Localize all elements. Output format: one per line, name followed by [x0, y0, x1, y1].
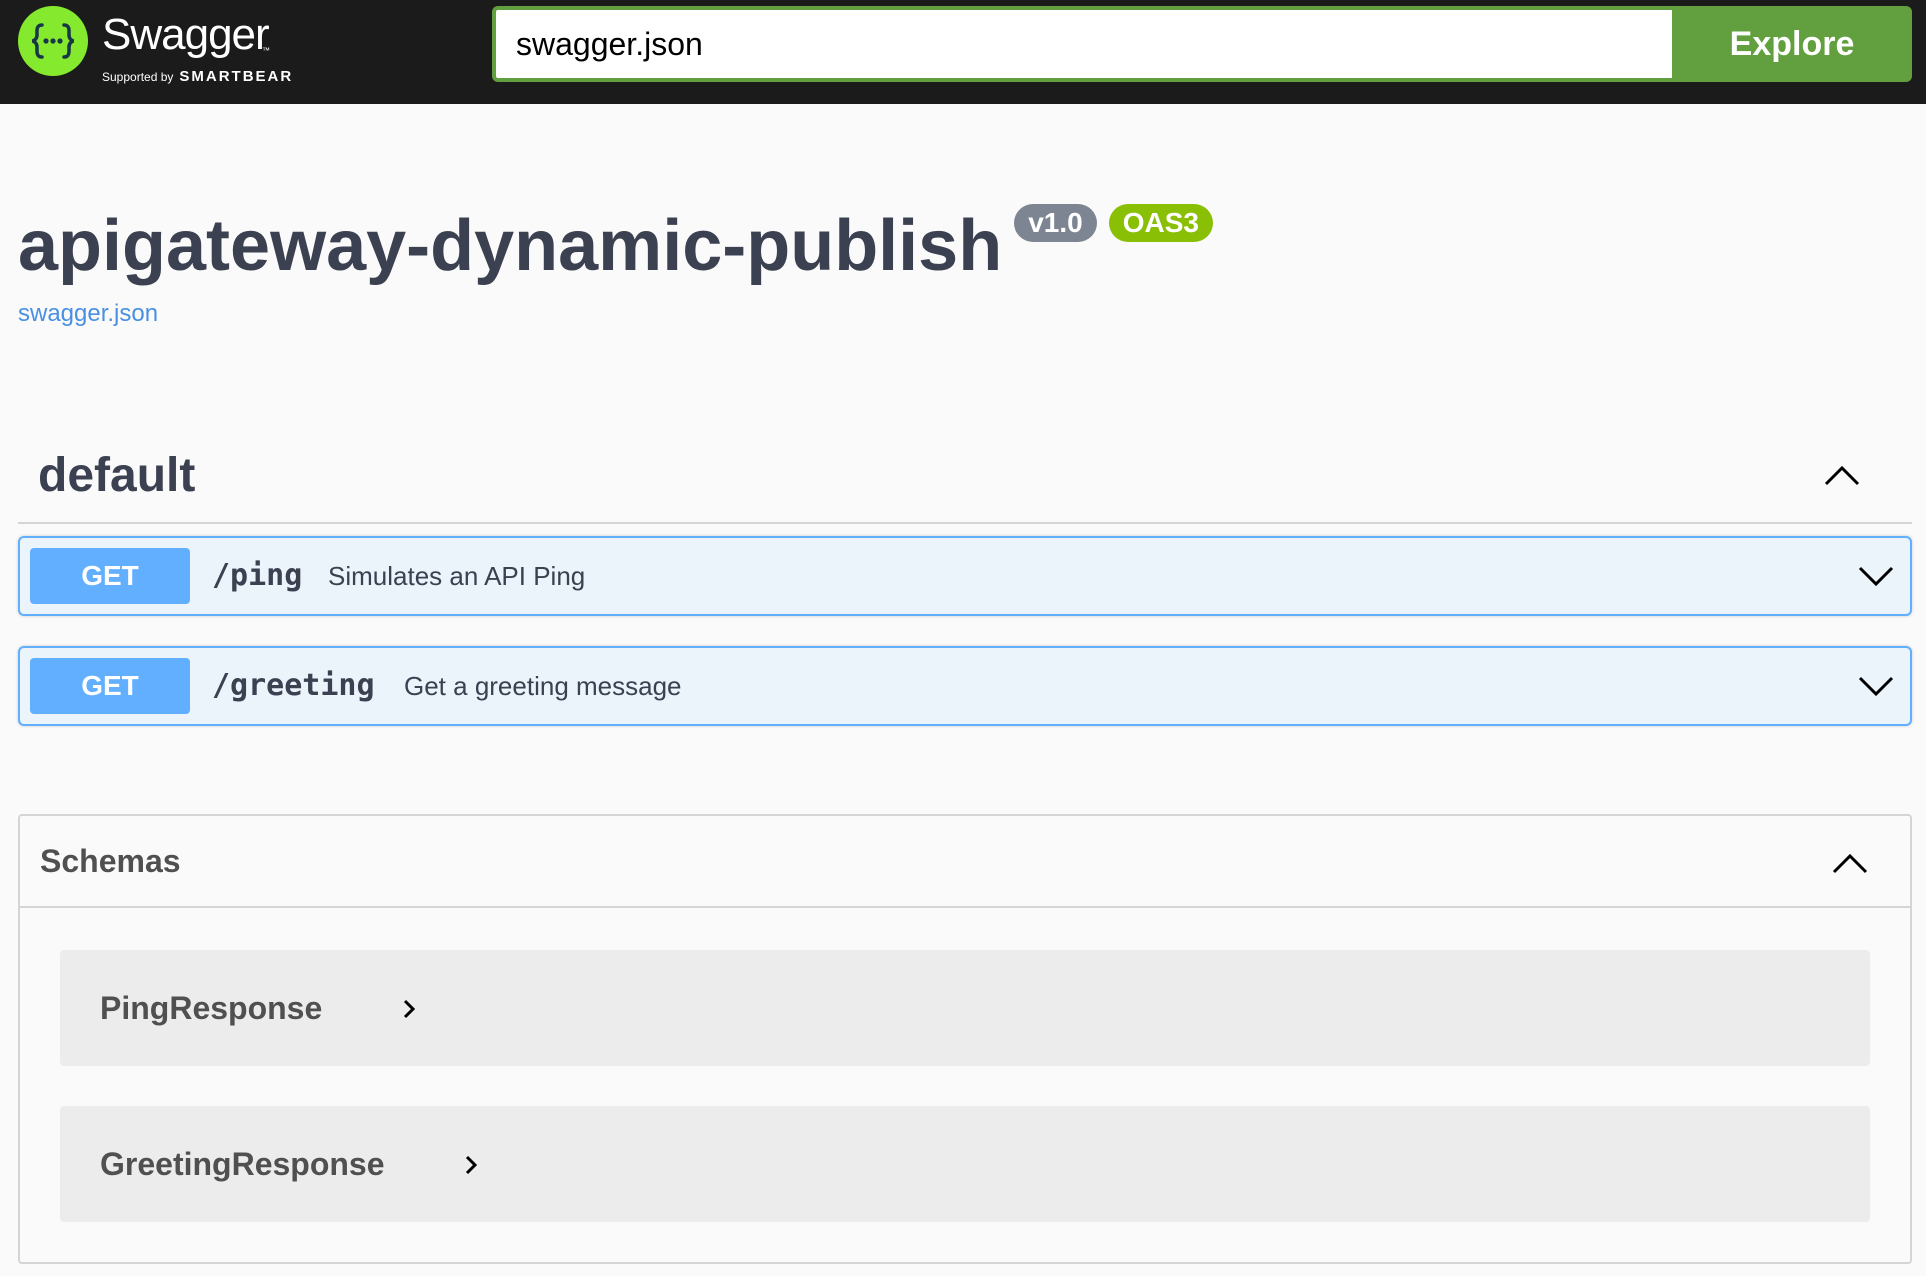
operation-path: /greeting: [212, 668, 375, 703]
spec-url-link[interactable]: swagger.json: [18, 300, 1418, 328]
tag-section-header[interactable]: default: [18, 430, 1912, 524]
method-badge: GET: [30, 658, 190, 714]
operation-path: /ping: [212, 558, 303, 593]
operation-get-greeting[interactable]: GET /greeting Get a greeting message: [18, 646, 1912, 726]
schemas-section: Schemas PingResponse GreetingResponse: [18, 814, 1912, 1264]
operation-summary: Get a greeting message: [404, 671, 682, 701]
download-url-form: Explore: [492, 6, 1912, 82]
logo-trademark: ™: [262, 46, 270, 55]
model-ping-response[interactable]: PingResponse: [60, 950, 1870, 1066]
api-info: apigateway-dynamic-publish v1.0 OAS3 swa…: [18, 196, 1418, 328]
smartbear-brand: SMARTBEAR: [179, 68, 294, 85]
version-badge: v1.0: [1014, 204, 1097, 242]
chevron-right-icon[interactable]: [402, 998, 416, 1020]
tag-title: default: [38, 449, 196, 502]
title-row: apigateway-dynamic-publish v1.0 OAS3: [18, 196, 1418, 282]
oas-badge: OAS3: [1108, 204, 1213, 242]
explore-button[interactable]: Explore: [1672, 6, 1912, 82]
swagger-braces-icon: [18, 6, 88, 76]
chevron-up-icon[interactable]: [1830, 848, 1870, 876]
model-name: PingResponse: [100, 990, 323, 1026]
swagger-logo-link[interactable]: Swagger ™ Supported by SMARTBEAR: [18, 6, 318, 86]
chevron-down-icon[interactable]: [1856, 672, 1896, 700]
schemas-title: Schemas: [40, 843, 181, 879]
schemas-header[interactable]: Schemas: [20, 816, 1910, 908]
operation-get-ping[interactable]: GET /ping Simulates an API Ping: [18, 536, 1912, 616]
chevron-right-icon[interactable]: [464, 1154, 478, 1176]
model-greeting-response[interactable]: GreetingResponse: [60, 1106, 1870, 1222]
model-name: GreetingResponse: [100, 1146, 385, 1182]
method-badge: GET: [30, 548, 190, 604]
spec-url-input[interactable]: [492, 6, 1672, 82]
logo-wordmark: Swagger: [102, 10, 270, 59]
operation-summary: Simulates an API Ping: [328, 561, 586, 591]
topbar: Swagger ™ Supported by SMARTBEAR Explore: [0, 0, 1926, 104]
page-title: apigateway-dynamic-publish: [18, 206, 1003, 286]
chevron-down-icon[interactable]: [1856, 562, 1896, 590]
supported-by-text: Supported by: [102, 70, 174, 84]
chevron-up-icon[interactable]: [1822, 460, 1862, 488]
logo-support-line: Supported by SMARTBEAR: [102, 68, 293, 86]
